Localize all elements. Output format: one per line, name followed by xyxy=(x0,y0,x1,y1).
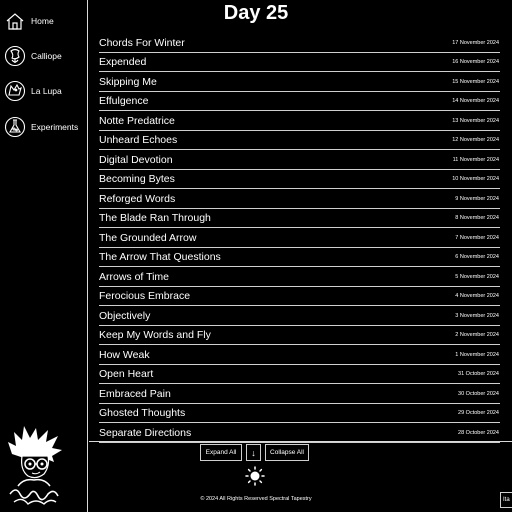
list-item[interactable]: Digital Devotion 11 November 2024 xyxy=(99,150,500,170)
flask-icon xyxy=(4,116,26,138)
sidebar-item-la-lupa[interactable]: La Lupa xyxy=(4,79,62,103)
entry-date: 31 October 2024 xyxy=(458,371,499,377)
entry-title: How Weak xyxy=(99,348,150,361)
list-item[interactable]: Keep My Words and Fly 2 November 2024 xyxy=(99,326,500,345)
entry-title: The Blade Ran Through xyxy=(99,212,211,224)
entry-date: 14 November 2024 xyxy=(452,98,499,104)
entry-date: 16 November 2024 xyxy=(452,59,499,65)
entry-date: 3 November 2024 xyxy=(455,312,499,319)
list-item[interactable]: Ghosted Thoughts 29 October 2024 xyxy=(99,404,500,423)
list-item[interactable]: The Arrow That Questions 6 November 2024 xyxy=(99,248,500,267)
entry-title: Embraced Pain xyxy=(99,387,171,400)
entry-title: Skipping Me xyxy=(99,75,157,88)
entry-list: Chords For Winter 17 November 2024 Expende… xyxy=(99,33,500,443)
list-item[interactable]: Arrows of Time 5 November 2024 xyxy=(99,267,500,287)
entry-date: 30 October 2024 xyxy=(458,390,499,397)
list-item[interactable]: Expended 16 November 2024 xyxy=(99,53,500,72)
list-item[interactable]: Embraced Pain 30 October 2024 xyxy=(99,384,500,404)
entry-title: Unheard Echoes xyxy=(99,134,178,146)
entry-date: 5 November 2024 xyxy=(455,273,499,280)
sidebar-item-label: Home xyxy=(31,16,54,26)
wolf-icon xyxy=(4,80,26,102)
entry-title: Arrows of Time xyxy=(99,270,170,283)
list-item[interactable]: Objectively 3 November 2024 xyxy=(99,306,500,326)
list-item[interactable]: The Grounded Arrow 7 November 2024 xyxy=(99,228,500,248)
list-item[interactable]: How Weak 1 November 2024 xyxy=(99,345,500,365)
list-controls: Expand All ↓ Collapse All xyxy=(200,444,309,461)
list-item[interactable]: Chords For Winter 17 November 2024 xyxy=(99,33,500,53)
entry-title: Digital Devotion xyxy=(99,153,173,166)
calliope-icon xyxy=(4,45,26,67)
language-toggle-button[interactable]: Ita xyxy=(500,492,512,508)
entry-date: 12 November 2024 xyxy=(452,137,499,143)
list-item[interactable]: Effulgence 14 November 2024 xyxy=(99,92,500,111)
list-item[interactable]: Separate Directions 28 October 2024 xyxy=(99,423,500,443)
sidebar-item-label: Experiments xyxy=(31,122,79,132)
scroll-down-button[interactable]: ↓ xyxy=(246,444,261,461)
divider xyxy=(89,441,512,442)
main-content: Day 25 Chords For Winter 17 November 2024… xyxy=(89,0,512,512)
entry-date: 28 October 2024 xyxy=(458,429,499,436)
entry-title: The Arrow That Questions xyxy=(99,251,221,263)
entry-title: Reforged Words xyxy=(99,192,176,205)
list-item[interactable]: Notte Predatrice 13 November 2024 xyxy=(99,111,500,131)
list-item[interactable]: Open Heart 31 October 2024 xyxy=(99,365,500,384)
sidebar-item-calliope[interactable]: Calliope xyxy=(4,44,62,68)
list-item[interactable]: Becoming Bytes 10 November 2024 xyxy=(99,170,500,189)
entry-date: 1 November 2024 xyxy=(455,351,499,358)
entry-date: 10 November 2024 xyxy=(452,176,499,182)
entry-date: 6 November 2024 xyxy=(455,254,499,260)
page-title: Day 25 xyxy=(223,2,289,24)
entry-title: Expended xyxy=(99,56,147,68)
entry-title: Open Heart xyxy=(99,368,154,380)
entry-date: 11 November 2024 xyxy=(452,156,499,163)
entry-date: 29 October 2024 xyxy=(458,410,499,416)
entry-title: Ghosted Thoughts xyxy=(99,407,186,419)
list-item[interactable]: The Blade Ran Through 8 November 2024 xyxy=(99,209,500,228)
collapse-all-button[interactable]: Collapse All xyxy=(265,444,309,461)
sidebar-item-label: Calliope xyxy=(31,51,62,61)
sidebar-item-experiments[interactable]: Experiments xyxy=(4,115,78,139)
entry-title: The Grounded Arrow xyxy=(99,231,197,244)
list-item[interactable]: Reforged Words 9 November 2024 xyxy=(99,189,500,209)
entry-title: Chords For Winter xyxy=(99,36,185,49)
entry-title: Separate Directions xyxy=(99,426,192,439)
entry-date: 9 November 2024 xyxy=(455,195,499,202)
entry-title: Ferocious Embrace xyxy=(99,290,191,302)
entry-date: 15 November 2024 xyxy=(452,78,499,85)
entry-title: Keep My Words and Fly xyxy=(99,329,211,341)
entry-date: 8 November 2024 xyxy=(455,215,499,221)
sidebar-item-label: La Lupa xyxy=(31,86,62,96)
list-item[interactable]: Ferocious Embrace 4 November 2024 xyxy=(99,287,500,306)
home-icon xyxy=(4,10,26,32)
sun-icon[interactable] xyxy=(245,466,265,486)
list-item[interactable]: Skipping Me 15 November 2024 xyxy=(99,72,500,92)
expand-all-button[interactable]: Expand All xyxy=(200,444,242,461)
entry-title: Becoming Bytes xyxy=(99,173,175,185)
entry-date: 4 November 2024 xyxy=(455,293,499,299)
entry-title: Notte Predatrice xyxy=(99,114,175,127)
entry-date: 2 November 2024 xyxy=(455,332,499,338)
entry-title: Effulgence xyxy=(99,95,149,107)
entry-date: 7 November 2024 xyxy=(455,234,499,241)
entry-date: 13 November 2024 xyxy=(452,117,499,124)
sidebar: Home Calliope La Lupa Experiments xyxy=(0,0,88,512)
site-logo[interactable] xyxy=(4,424,64,508)
list-item[interactable]: Unheard Echoes 12 November 2024 xyxy=(99,131,500,150)
entry-title: Objectively xyxy=(99,309,151,322)
footer-copyright: © 2024 All Rights Reserved Spectral Tape… xyxy=(200,496,312,502)
sidebar-item-home[interactable]: Home xyxy=(4,9,54,33)
entry-date: 17 November 2024 xyxy=(452,39,499,46)
